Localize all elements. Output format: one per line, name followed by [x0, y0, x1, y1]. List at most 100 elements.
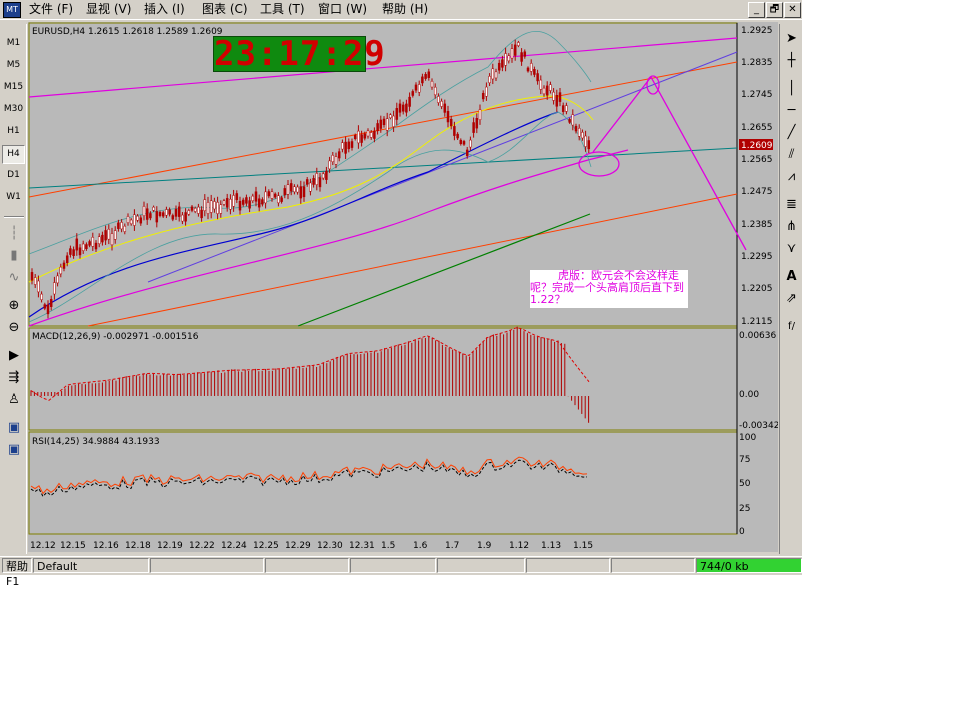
candle-body [216, 202, 219, 214]
timeframe-d1[interactable]: D1 [2, 166, 25, 185]
annotation-text[interactable]: 虎版：欧元会不会这样走呢？完成一个头高肩顶后直下到1.22？ [530, 270, 688, 308]
candle-body [469, 139, 472, 148]
close-button[interactable]: ✕ [784, 2, 801, 18]
fib-icon[interactable]: ≣ [783, 196, 800, 214]
macd-axis: 0.00636 0.00 -0.00342 [739, 331, 779, 431]
rsi-label: RSI(14,25) 34.9884 43.1933 [32, 437, 160, 447]
svg-text:12.29: 12.29 [285, 541, 311, 551]
line-chart-icon[interactable]: ∿ [6, 270, 22, 286]
candle-body [526, 67, 530, 72]
candle-body [584, 135, 587, 147]
candle-body [373, 130, 376, 139]
menu-view[interactable]: 显视 (V) [83, 1, 134, 17]
minimize-button[interactable]: _ [748, 2, 765, 18]
candle-body [392, 115, 395, 127]
candle-body [494, 71, 498, 79]
connection-status[interactable]: 744/0 kb [696, 558, 802, 573]
candle-body [385, 118, 389, 131]
text-icon[interactable]: A [783, 268, 800, 286]
gann-icon[interactable]: ⋎ [783, 240, 800, 258]
restore-button[interactable]: 🗗 [766, 2, 783, 18]
timeframe-m1[interactable]: M1 [2, 34, 25, 53]
zoom-out-icon[interactable]: ⊖ [6, 320, 22, 336]
timeframe-m15[interactable]: M15 [2, 78, 25, 97]
vline-icon[interactable]: │ [783, 80, 800, 98]
candle-body [225, 198, 229, 208]
app-icon[interactable]: MT [3, 2, 21, 18]
fan-icon[interactable]: ⩘ [783, 168, 800, 186]
candle-body [149, 213, 152, 219]
candle-body [376, 123, 379, 132]
candle-body [379, 119, 383, 129]
candle-body [168, 209, 171, 215]
svg-text:50: 50 [739, 479, 751, 489]
candle-body [405, 103, 408, 113]
candle-body [478, 109, 482, 121]
candle-body [85, 244, 88, 249]
status-field-2 [265, 558, 349, 573]
channel-icon[interactable]: ⫽ [783, 146, 800, 164]
fib-fan-icon[interactable]: f/ [783, 318, 800, 336]
svg-text:1.2295: 1.2295 [741, 252, 773, 262]
candle-body [446, 110, 450, 123]
candle-body [465, 149, 469, 157]
menu-bar: MT 文件 (F) 显视 (V) 插入 (I) 图表 (C) 工具 (T) 窗口… [0, 0, 802, 20]
candle-icon[interactable]: ▮ [6, 248, 22, 264]
svg-text:1.2835: 1.2835 [741, 58, 773, 68]
menu-help[interactable]: 帮助 (H) [379, 1, 431, 17]
timeframe-w1[interactable]: W1 [2, 188, 25, 207]
candle-body [542, 87, 546, 95]
timeframe-m30[interactable]: M30 [2, 100, 25, 119]
candle-body [161, 212, 165, 217]
template-icon[interactable]: ♙ [6, 392, 22, 408]
candle-body [165, 209, 168, 216]
scroll-icon[interactable]: ▶ [6, 348, 22, 364]
svg-text:100: 100 [739, 433, 756, 443]
crosshair-icon[interactable]: ┼ [783, 52, 800, 70]
candle-body [389, 114, 392, 119]
timeframe-h1[interactable]: H1 [2, 122, 25, 141]
macd-pane[interactable] [28, 327, 738, 431]
arrow-icon[interactable]: ➤ [783, 30, 800, 48]
candle-body [94, 242, 98, 250]
bar-chart-icon[interactable]: ┆ [6, 226, 22, 242]
status-field-1 [150, 558, 264, 573]
rsi-pane[interactable] [28, 431, 738, 535]
menu-file[interactable]: 文件 (F) [26, 1, 76, 17]
candle-body [539, 79, 543, 90]
menu-insert[interactable]: 插入 (I) [141, 1, 188, 17]
timeframe-h4[interactable]: H4 [2, 145, 25, 164]
candle-body [203, 199, 207, 211]
label-icon[interactable]: ⇗ [783, 290, 800, 308]
pitchfork-icon[interactable]: ⋔ [783, 218, 800, 236]
candle-body [353, 135, 357, 140]
candle-body [283, 188, 287, 196]
candle-body [398, 103, 402, 113]
candle-body [357, 130, 360, 144]
chart1-icon[interactable]: ▣ [6, 420, 22, 436]
candle-body [219, 204, 223, 214]
candle-body [453, 126, 456, 136]
status-profile: Default [33, 558, 149, 573]
candle-body [475, 118, 479, 129]
candle-body [59, 266, 63, 275]
candle-body [549, 84, 552, 91]
status-field-3 [350, 558, 436, 573]
zoom-in-icon[interactable]: ⊕ [6, 298, 22, 314]
autoscroll-icon[interactable]: ⇶ [6, 370, 22, 386]
candle-body [136, 215, 139, 221]
candle-body [302, 186, 306, 198]
candle-body [520, 52, 523, 62]
hline-icon[interactable]: ─ [783, 102, 800, 120]
candle-body [142, 206, 146, 216]
menu-tools[interactable]: 工具 (T) [257, 1, 308, 17]
menu-window[interactable]: 窗口 (W) [315, 1, 370, 17]
candle-body [424, 74, 427, 79]
trendline-icon[interactable]: ╱ [783, 124, 800, 142]
menu-charts[interactable]: 图表 (C) [199, 1, 251, 17]
chart2-icon[interactable]: ▣ [6, 442, 22, 458]
candle-body [360, 134, 363, 143]
timeframe-m5[interactable]: M5 [2, 56, 25, 75]
svg-text:75: 75 [739, 455, 750, 465]
candle-body [245, 197, 248, 204]
